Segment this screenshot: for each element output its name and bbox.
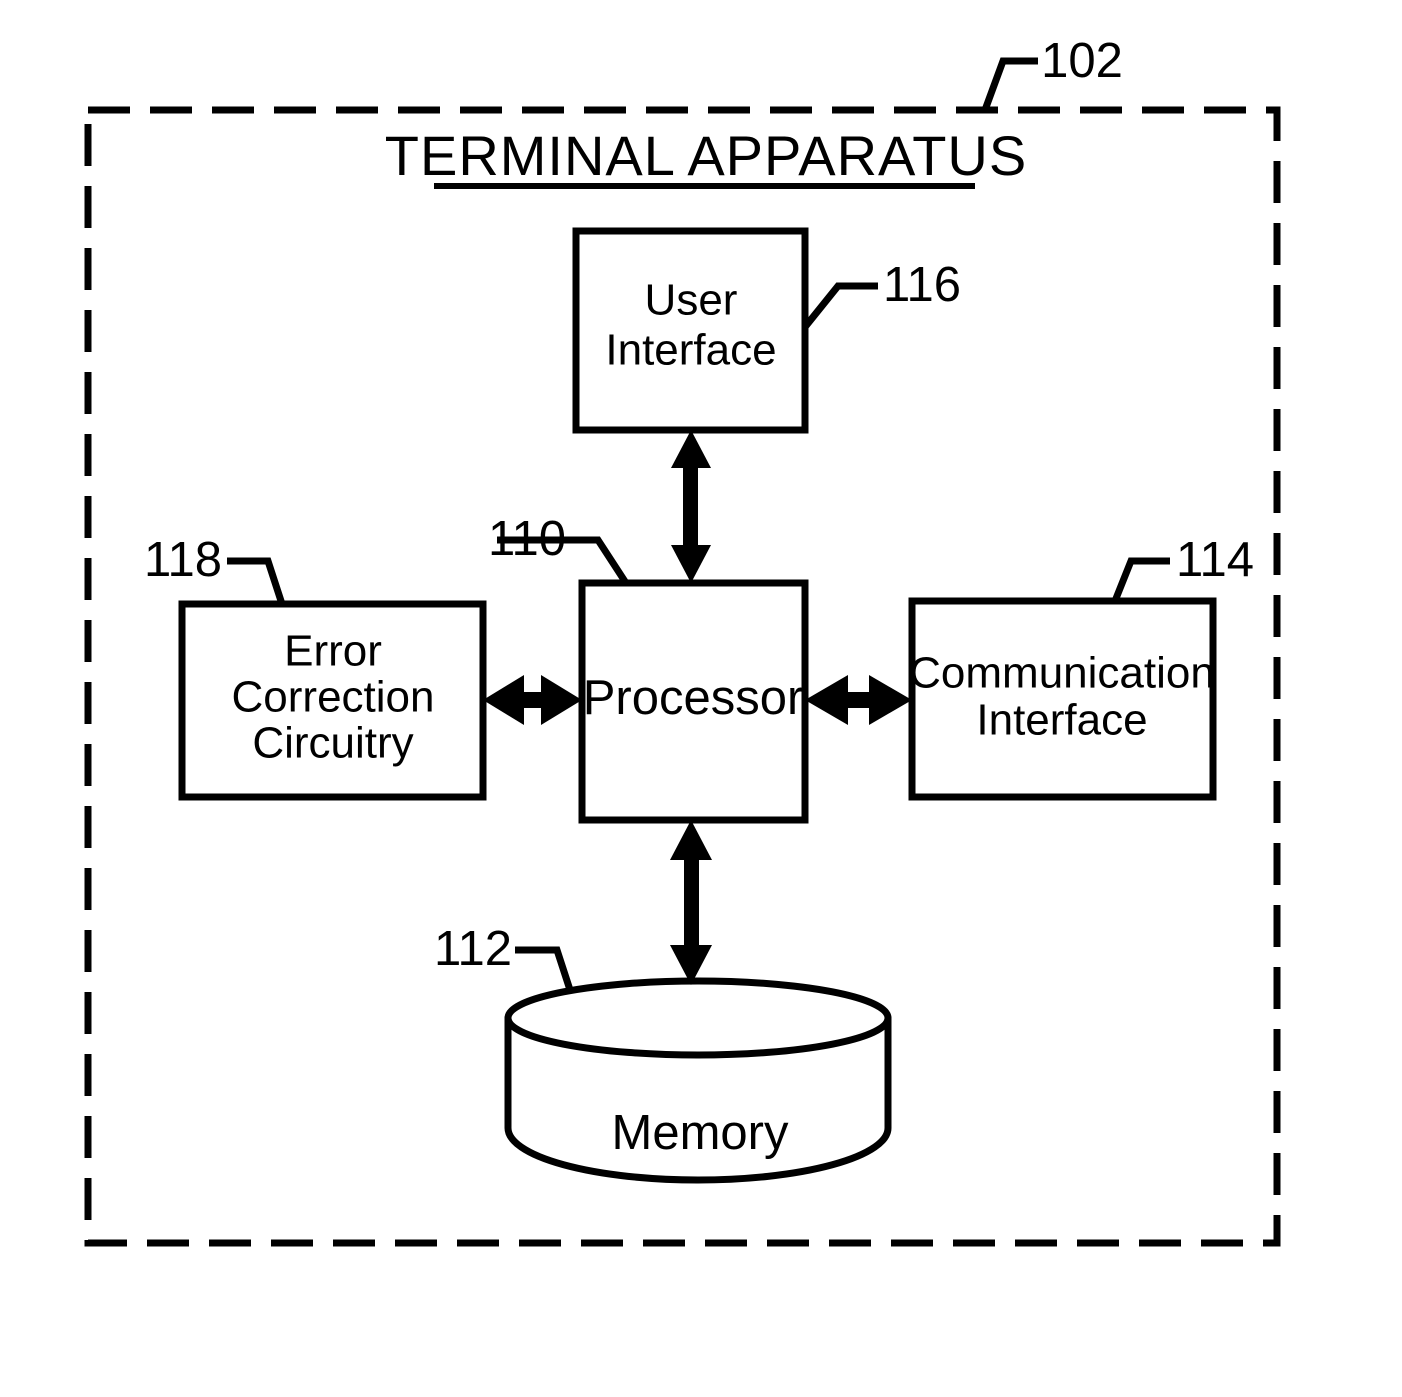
figure-title: TERMINAL APPARATUS <box>385 124 1027 187</box>
block-label-ecc-line3: Circuitry <box>252 719 413 768</box>
ref-leader-112 <box>515 946 575 995</box>
connector-ui-processor <box>671 430 711 583</box>
block-diagram: 102 TERMINAL APPARATUS User Interface 11… <box>84 34 1281 1247</box>
ref-leader-118 <box>227 557 286 606</box>
ref-number-112: 112 <box>434 922 512 976</box>
block-label-comm-line1: Communication <box>909 649 1215 698</box>
ref-number-118: 118 <box>144 533 222 587</box>
block-label-user-interface-line1: User <box>645 276 738 325</box>
connector-processor-memory <box>670 820 712 985</box>
block-label-user-interface-line2: Interface <box>605 326 776 375</box>
ref-number-114: 114 <box>1176 533 1254 587</box>
connector-processor-comm <box>805 675 912 725</box>
ref-number-116: 116 <box>883 258 961 312</box>
ref-leader-114 <box>1111 557 1170 603</box>
connector-ecc-processor <box>483 675 582 725</box>
ref-number-110: 110 <box>488 512 566 566</box>
block-label-comm-line2: Interface <box>976 696 1147 745</box>
ref-leader-102 <box>981 57 1038 112</box>
ref-leader-116 <box>802 282 878 330</box>
block-label-ecc-line1: Error <box>284 627 382 676</box>
block-label-memory: Memory <box>612 1106 789 1160</box>
block-label-ecc-line2: Correction <box>232 673 435 722</box>
patent-figure-canvas: 102 TERMINAL APPARATUS User Interface 11… <box>0 0 1402 1397</box>
block-memory-top[interactable] <box>504 977 892 1059</box>
block-label-processor: Processor <box>583 671 804 725</box>
ref-number-102: 102 <box>1041 34 1123 88</box>
